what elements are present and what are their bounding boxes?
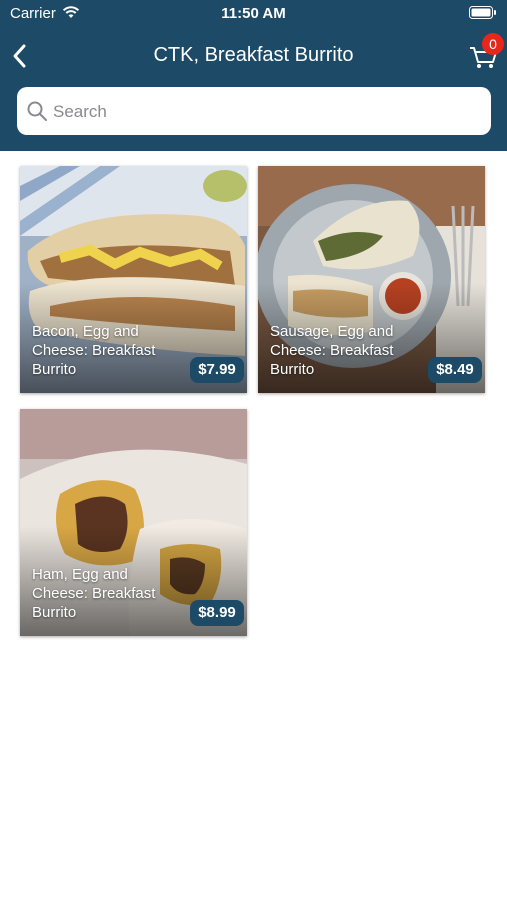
- price-badge: $8.49: [428, 357, 482, 383]
- battery-icon: [469, 6, 497, 24]
- menu-item-card[interactable]: Ham, Egg and Cheese: Breakfast Burrito $…: [20, 409, 247, 636]
- status-time: 11:50 AM: [221, 5, 286, 22]
- search-input[interactable]: [51, 87, 485, 137]
- menu-item-card[interactable]: Sausage, Egg and Cheese: Breakfast Burri…: [258, 166, 485, 393]
- item-name: Ham, Egg and Cheese: Breakfast Burrito: [32, 566, 156, 621]
- search-bar[interactable]: [17, 87, 491, 137]
- chevron-left-icon: [13, 44, 26, 68]
- price-badge: $8.99: [190, 600, 244, 626]
- item-name: Bacon, Egg and Cheese: Breakfast Burrito: [32, 323, 156, 378]
- menu-item-card[interactable]: Bacon, Egg and Cheese: Breakfast Burrito…: [20, 166, 247, 393]
- navigation-bar: CTK, Breakfast Burrito: [0, 34, 507, 78]
- item-name: Sausage, Egg and Cheese: Breakfast Burri…: [270, 323, 394, 378]
- status-bar: Carrier 11:50 AM: [0, 0, 507, 28]
- page-title: CTK, Breakfast Burrito: [153, 44, 354, 66]
- app-header: Carrier 11:50 AM CTK, Breakfast Burrito: [0, 0, 507, 151]
- back-button[interactable]: [8, 38, 36, 74]
- price-badge: $7.99: [190, 357, 244, 383]
- search-icon: [27, 101, 47, 121]
- cart-count-badge: 0: [482, 33, 504, 55]
